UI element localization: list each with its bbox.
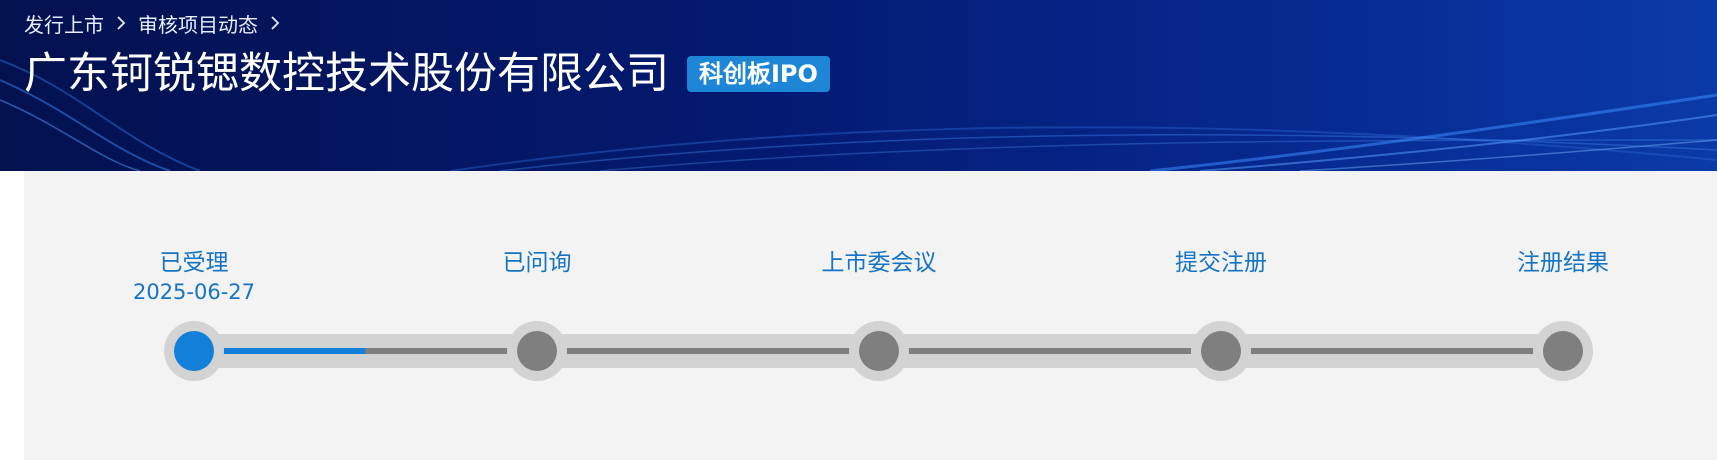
step-label-listing-committee: 上市委会议 [821,250,937,276]
step-node [517,331,557,371]
breadcrumb-item-review-dynamics[interactable]: 审核项目动态 [138,9,258,38]
step-label-registration-result: 注册结果 [1517,250,1609,276]
header-banner: 发行上市 审核项目动态 广东钶锐锶数控技术股份有限公司 科创板IPO [0,0,1717,171]
breadcrumb: 发行上市 审核项目动态 [24,7,282,39]
step-date-accepted: 2025-06-27 [132,280,256,304]
progress-track [164,321,1593,381]
step-node [859,331,899,371]
chevron-right-icon [117,16,126,30]
step-label-inquired: 已问询 [502,250,572,276]
step-node [1543,331,1583,371]
step-label-accepted: 已受理 [159,250,229,276]
step-node [174,331,214,371]
step-node [1201,331,1241,371]
board-badge: 科创板IPO [687,56,830,92]
progress-panel: 已受理 2025-06-27 已问询 上市委会议 提交注册 注册结果 [24,171,1717,460]
page-title: 广东钶锐锶数控技术股份有限公司 [24,49,669,99]
chevron-right-icon [271,16,280,30]
breadcrumb-item-listing[interactable]: 发行上市 [24,9,104,38]
step-label-submit-registration: 提交注册 [1175,250,1267,276]
